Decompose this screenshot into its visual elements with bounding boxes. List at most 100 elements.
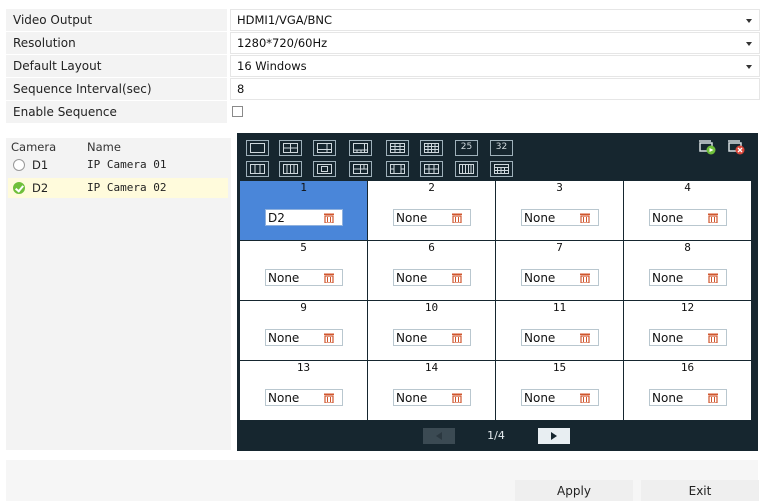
window-camera-value: None	[652, 331, 684, 345]
camera-row-d1[interactable]: D1 IP Camera 01	[8, 155, 228, 175]
camera-column-header: Camera	[11, 140, 57, 154]
window-camera-field[interactable]: None	[393, 389, 471, 406]
window-cell[interactable]: 9 None	[240, 301, 367, 360]
layout-4-button[interactable]	[279, 140, 302, 156]
window-camera-field[interactable]: None	[649, 389, 727, 406]
window-camera-field[interactable]: D2	[265, 209, 343, 226]
window-number: 2	[428, 181, 435, 194]
window-cell[interactable]: 11 None	[496, 301, 623, 360]
camera-id: D1	[32, 158, 49, 172]
chevron-down-icon	[746, 42, 752, 46]
sequence-interval-input[interactable]: 8	[230, 78, 760, 100]
window-camera-field[interactable]: None	[521, 389, 599, 406]
trash-icon[interactable]	[708, 333, 718, 343]
window-camera-field[interactable]: None	[265, 389, 343, 406]
window-camera-field[interactable]: None	[393, 209, 471, 226]
window-cell[interactable]: 15 None	[496, 361, 623, 420]
window-camera-field[interactable]: None	[649, 269, 727, 286]
camera-row-d2[interactable]: D2 IP Camera 02	[8, 178, 228, 198]
trash-icon[interactable]	[580, 273, 590, 283]
window-camera-field[interactable]: None	[521, 269, 599, 286]
window-cell[interactable]: 2 None	[368, 181, 495, 240]
layout-c-button[interactable]	[313, 161, 336, 177]
video-output-label: Video Output	[6, 9, 227, 31]
sequence-interval-label: Sequence Interval(sec)	[6, 78, 227, 100]
trash-icon[interactable]	[708, 213, 718, 223]
layout-h-icon	[494, 164, 509, 174]
window-camera-field[interactable]: None	[521, 209, 599, 226]
exit-button[interactable]: Exit	[641, 480, 759, 501]
trash-icon[interactable]	[452, 333, 462, 343]
layout-1-button[interactable]	[246, 140, 269, 156]
window-camera-field[interactable]: None	[649, 209, 727, 226]
resolution-value: 1280*720/60Hz	[237, 36, 328, 50]
start-sequence-icon[interactable]	[697, 139, 717, 155]
trash-icon[interactable]	[452, 213, 462, 223]
layout-32-label: 32	[495, 142, 508, 152]
enable-sequence-cell	[230, 101, 760, 123]
window-camera-field[interactable]: None	[265, 269, 343, 286]
window-number: 13	[296, 361, 311, 374]
window-camera-value: None	[396, 271, 428, 285]
trash-icon[interactable]	[580, 393, 590, 403]
window-camera-field[interactable]: None	[265, 329, 343, 346]
window-cell[interactable]: 1 D2	[240, 181, 367, 240]
trash-icon[interactable]	[324, 393, 334, 403]
layout-d-button[interactable]	[349, 161, 372, 177]
trash-icon[interactable]	[708, 273, 718, 283]
window-cell[interactable]: 7 None	[496, 241, 623, 300]
window-camera-field[interactable]: None	[649, 329, 727, 346]
next-page-button[interactable]	[538, 428, 570, 444]
resolution-select[interactable]: 1280*720/60Hz	[230, 32, 760, 54]
trash-icon[interactable]	[452, 393, 462, 403]
layout-1-icon	[250, 143, 265, 153]
prev-page-button[interactable]	[423, 428, 455, 444]
window-cell[interactable]: 5 None	[240, 241, 367, 300]
window-cell[interactable]: 8 None	[624, 241, 751, 300]
check-circle-icon[interactable]	[13, 182, 25, 194]
window-cell[interactable]: 12 None	[624, 301, 751, 360]
layout-13-button[interactable]	[420, 140, 443, 156]
window-cell[interactable]: 16 None	[624, 361, 751, 420]
trash-icon[interactable]	[324, 273, 334, 283]
trash-icon[interactable]	[324, 333, 334, 343]
default-layout-select[interactable]: 16 Windows	[230, 55, 760, 77]
window-cell[interactable]: 4 None	[624, 181, 751, 240]
window-camera-field[interactable]: None	[393, 269, 471, 286]
radio-icon[interactable]	[13, 159, 25, 171]
window-number: 9	[300, 301, 307, 314]
resolution-row: Resolution 1280*720/60Hz	[6, 32, 760, 55]
layout-9-button[interactable]	[386, 140, 409, 156]
trash-icon[interactable]	[708, 393, 718, 403]
window-number: 1	[300, 181, 307, 194]
layout-8-button[interactable]	[349, 140, 372, 156]
layout-e-button[interactable]	[386, 161, 409, 177]
enable-sequence-checkbox[interactable]	[232, 106, 243, 117]
layout-b-button[interactable]	[279, 161, 302, 177]
layout-a-button[interactable]	[246, 161, 269, 177]
window-cell[interactable]: 13 None	[240, 361, 367, 420]
layout-6-button[interactable]	[313, 140, 336, 156]
layout-25-button[interactable]: 25	[455, 140, 478, 156]
trash-icon[interactable]	[580, 333, 590, 343]
window-cell[interactable]: 10 None	[368, 301, 495, 360]
camera-name: IP Camera 02	[87, 181, 167, 194]
layout-32-button[interactable]: 32	[490, 140, 513, 156]
trash-icon[interactable]	[580, 213, 590, 223]
clear-sequence-icon[interactable]	[726, 139, 746, 155]
name-column-header: Name	[87, 140, 121, 154]
layout-f-button[interactable]	[420, 161, 443, 177]
trash-icon[interactable]	[452, 273, 462, 283]
video-output-select[interactable]: HDMI1/VGA/BNC	[230, 9, 760, 31]
apply-button[interactable]: Apply	[515, 480, 633, 501]
triangle-left-icon	[436, 432, 442, 440]
window-cell[interactable]: 3 None	[496, 181, 623, 240]
layout-g-button[interactable]	[455, 161, 478, 177]
window-camera-field[interactable]: None	[521, 329, 599, 346]
trash-icon[interactable]	[324, 213, 334, 223]
window-camera-field[interactable]: None	[393, 329, 471, 346]
layout-b-icon	[283, 164, 298, 174]
window-cell[interactable]: 6 None	[368, 241, 495, 300]
window-cell[interactable]: 14 None	[368, 361, 495, 420]
layout-h-button[interactable]	[490, 161, 513, 177]
